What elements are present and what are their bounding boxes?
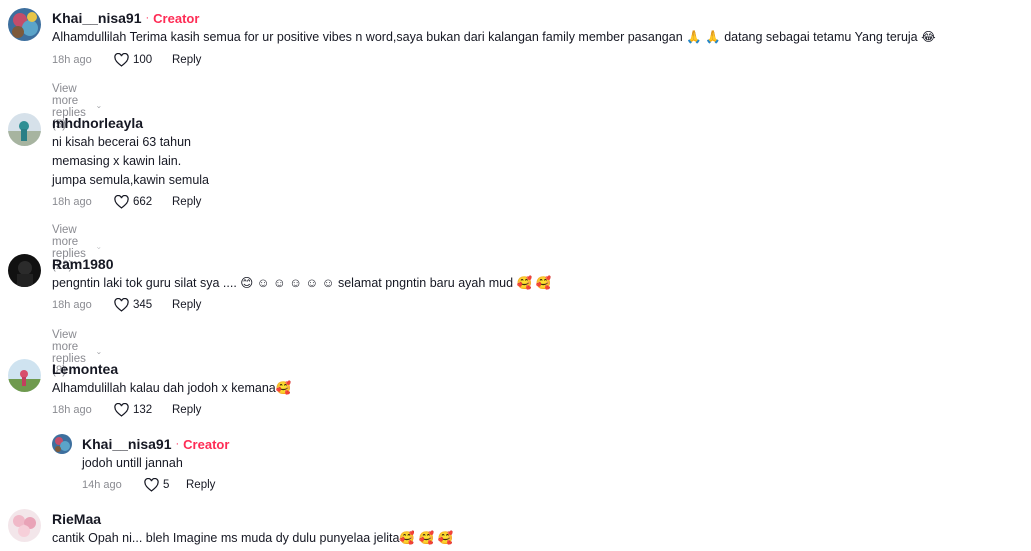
avatar[interactable] <box>8 8 41 41</box>
like-button[interactable]: 345 <box>114 298 172 312</box>
heart-outline-icon <box>114 298 129 312</box>
comment-time: 18h ago <box>52 404 92 416</box>
comment-text: Alhamdullilah Terima kasih semua for ur … <box>52 30 936 44</box>
avatar[interactable] <box>52 434 72 454</box>
avatar[interactable] <box>8 254 41 287</box>
like-button[interactable]: 662 <box>114 195 172 209</box>
chevron-down-icon <box>97 247 101 250</box>
comment-username[interactable]: Ram1980 <box>52 256 114 272</box>
comment-text: jodoh untill jannah <box>82 456 183 470</box>
comment-time: 18h ago <box>52 299 92 311</box>
avatar[interactable] <box>8 113 41 146</box>
like-button[interactable]: 100 <box>114 53 172 67</box>
comment-username[interactable]: RieMaa <box>52 511 101 527</box>
like-count: 5 <box>163 479 170 491</box>
reply-button[interactable]: Reply <box>186 479 215 491</box>
heart-outline-icon <box>144 478 159 492</box>
chevron-down-icon <box>97 352 101 355</box>
comment-time: 14h ago <box>82 479 122 491</box>
comment-time: 18h ago <box>52 196 92 208</box>
like-count: 100 <box>133 54 153 66</box>
comment-username[interactable]: Khai__nisa91 <box>52 10 142 26</box>
comment-text: pengntin laki tok guru silat sya .... 😊 … <box>52 276 552 290</box>
avatar[interactable] <box>8 359 41 392</box>
creator-badge: Creator <box>183 436 230 452</box>
comment-text: cantik Opah ni... bleh Imagine ms muda d… <box>52 531 454 545</box>
comment-time: 18h ago <box>52 54 92 66</box>
like-button[interactable]: 5 <box>144 478 186 492</box>
comment-text: Alhamdulillah kalau dah jodoh x kemana🥰 <box>52 381 292 395</box>
like-count: 132 <box>133 404 153 416</box>
comment-username[interactable]: mhdnorleayla <box>52 115 143 131</box>
comment-username[interactable]: Lemontea <box>52 361 118 377</box>
comment-username[interactable]: Khai__nisa91 <box>82 436 172 452</box>
comment-text: ni kisah becerai 63 tahun <box>52 135 191 149</box>
like-count: 662 <box>133 196 153 208</box>
reply-button[interactable]: Reply <box>172 404 201 416</box>
heart-outline-icon <box>114 403 129 417</box>
creator-badge: Creator <box>153 10 200 26</box>
comment-text: jumpa semula,kawin semula <box>52 173 210 187</box>
heart-outline-icon <box>114 53 129 67</box>
reply-button[interactable]: Reply <box>172 54 201 66</box>
chevron-down-icon <box>97 106 101 109</box>
like-button[interactable]: 132 <box>114 403 172 417</box>
heart-outline-icon <box>114 195 129 209</box>
avatar[interactable] <box>8 509 41 542</box>
comment-text: memasing x kawin lain. <box>52 154 182 168</box>
reply-button[interactable]: Reply <box>172 196 201 208</box>
reply-button[interactable]: Reply <box>172 299 201 311</box>
like-count: 345 <box>133 299 153 311</box>
